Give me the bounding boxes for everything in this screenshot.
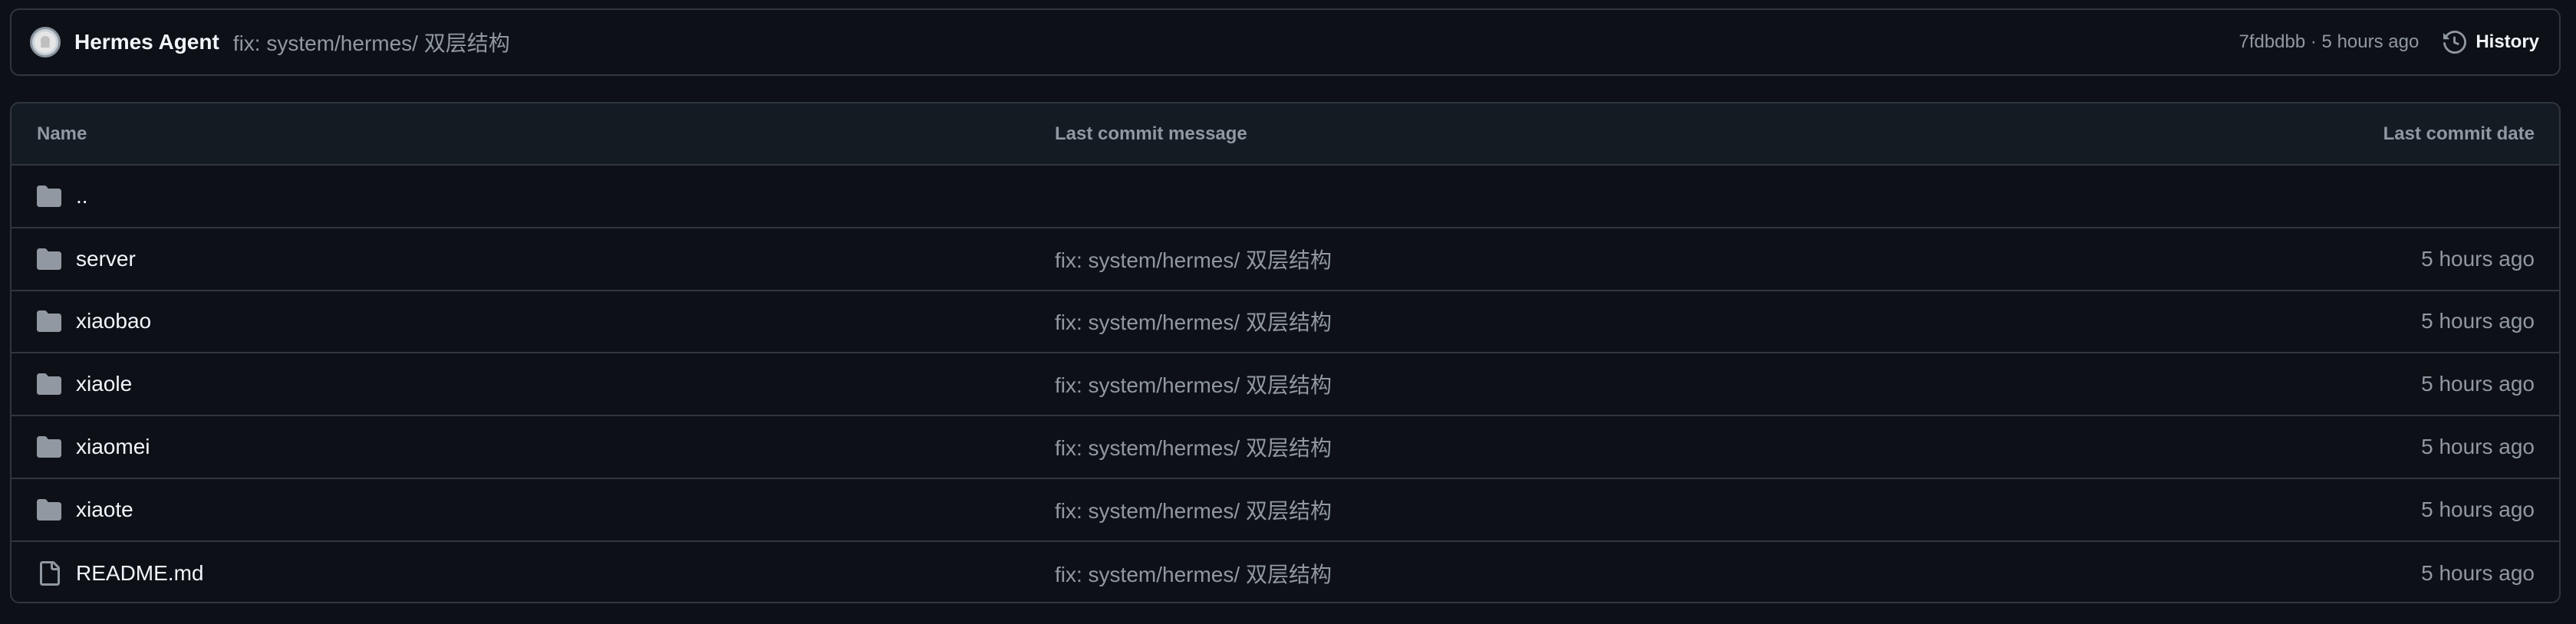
file-name-link[interactable]: xiaote <box>76 498 133 522</box>
table-row[interactable]: xiaomei fix: system/hermes/ 双层结构 5 hours… <box>12 416 2559 479</box>
commit-message-link[interactable]: fix: system/hermes/ 双层结构 <box>1055 494 1332 525</box>
column-header-name: Name <box>37 123 87 144</box>
latest-commit-bar: Hermes Agent fix: system/hermes/ 双层结构 7f… <box>10 8 2561 76</box>
file-table: Name Last commit message Last commit dat… <box>10 102 2561 603</box>
file-name-link[interactable]: .. <box>76 184 88 209</box>
commit-message-link[interactable]: fix: system/hermes/ 双层结构 <box>1055 306 1332 337</box>
commit-hash-time[interactable]: 7fdbdbb · 5 hours ago <box>2238 31 2419 53</box>
commit-date: 5 hours ago <box>2421 497 2535 521</box>
table-row[interactable]: server fix: system/hermes/ 双层结构 5 hours … <box>12 228 2559 291</box>
commit-message-link[interactable]: fix: system/hermes/ 双层结构 <box>1055 558 1332 589</box>
file-name-link[interactable]: README.md <box>76 561 203 586</box>
table-row[interactable]: xiaole fix: system/hermes/ 双层结构 5 hours … <box>12 353 2559 417</box>
commit-message-link[interactable]: fix: system/hermes/ 双层结构 <box>1055 244 1332 274</box>
file-name-link[interactable]: server <box>76 247 136 271</box>
commit-date: 5 hours ago <box>2421 435 2535 459</box>
commit-date: 5 hours ago <box>2421 309 2535 333</box>
column-header-message: Last commit message <box>1055 123 1247 144</box>
folder-icon <box>36 308 62 334</box>
file-name-link[interactable]: xiaobao <box>76 309 151 333</box>
history-icon <box>2443 31 2467 54</box>
table-row[interactable]: xiaote fix: system/hermes/ 双层结构 5 hours … <box>12 479 2559 542</box>
folder-icon <box>36 183 62 209</box>
file-name-link[interactable]: xiaomei <box>76 435 150 459</box>
commit-date: 5 hours ago <box>2421 246 2535 271</box>
commit-date: 5 hours ago <box>2421 560 2535 585</box>
avatar[interactable] <box>30 27 61 57</box>
folder-icon <box>36 434 62 460</box>
table-row[interactable]: xiaobao fix: system/hermes/ 双层结构 5 hours… <box>12 291 2559 354</box>
commit-message-link[interactable]: fix: system/hermes/ 双层结构 <box>1055 369 1332 399</box>
avatar-icon <box>35 31 56 53</box>
history-label: History <box>2476 31 2539 52</box>
folder-icon <box>36 497 62 523</box>
column-header-date: Last commit date <box>2383 123 2535 144</box>
commit-author[interactable]: Hermes Agent <box>74 30 219 54</box>
commit-message-link[interactable]: fix: system/hermes/ 双层结构 <box>1055 432 1332 462</box>
commit-message[interactable]: fix: system/hermes/ 双层结构 <box>233 27 510 57</box>
table-header: Name Last commit message Last commit dat… <box>12 103 2559 166</box>
folder-icon <box>36 246 62 272</box>
folder-icon <box>36 371 62 397</box>
file-name-link[interactable]: xiaole <box>76 372 132 396</box>
commit-date: 5 hours ago <box>2421 372 2535 396</box>
history-button[interactable]: History <box>2443 31 2539 54</box>
table-row[interactable]: README.md fix: system/hermes/ 双层结构 5 hou… <box>12 542 2559 602</box>
table-row-parent[interactable]: .. <box>12 166 2559 228</box>
file-icon <box>36 560 62 586</box>
